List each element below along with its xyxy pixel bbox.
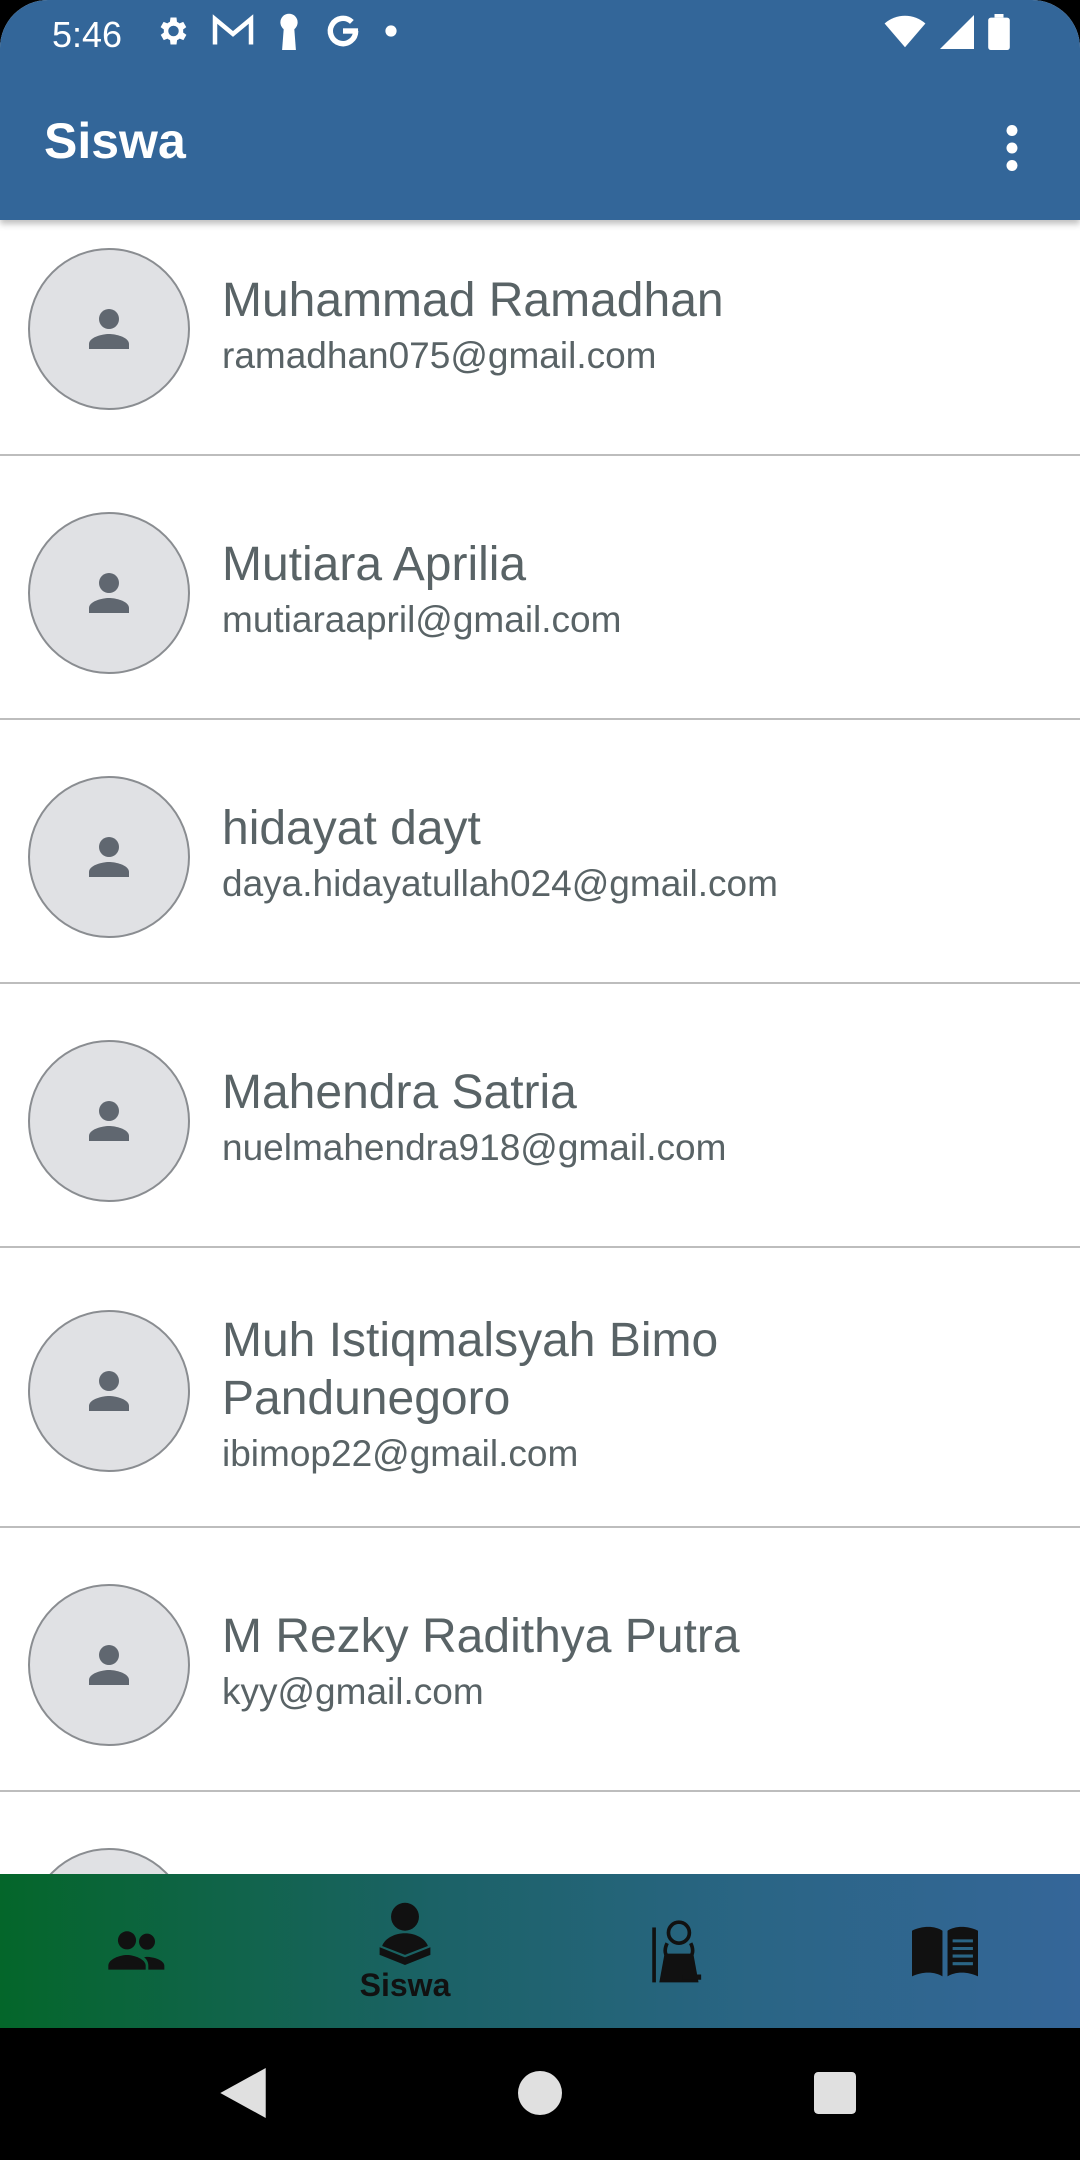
- student-email: kyy@gmail.com: [222, 1671, 484, 1712]
- person-icon: [89, 1645, 129, 1685]
- person-icon: [89, 1371, 129, 1411]
- student-icon: [379, 1902, 431, 1965]
- student-info: M Rezky Radithya Putra kyy@gmail.com: [222, 1608, 1040, 1716]
- nav-item-teacher[interactable]: [540, 1874, 810, 2028]
- student-info: hidayat dayt daya.hidayatullah024@gmail.…: [222, 800, 1040, 908]
- student-row[interactable]: Muh Istiqmalsyah Bimo Pandunegoro ibimop…: [0, 1248, 1080, 1528]
- person-icon: [89, 309, 129, 349]
- avatar: [28, 1310, 190, 1472]
- student-name: Muhammad Ramadhan: [222, 274, 724, 327]
- dot-icon: [385, 25, 397, 37]
- student-email: nuelmahendra918@gmail.com: [222, 1127, 727, 1168]
- back-button[interactable]: [208, 2058, 278, 2128]
- student-row[interactable]: Muhammad Ramadhan ramadhan075@gmail.com: [0, 220, 1080, 456]
- gear-icon: [160, 17, 187, 45]
- system-status-icons: [884, 14, 1010, 50]
- battery-icon: [988, 14, 1010, 50]
- nav-item-book[interactable]: [810, 1874, 1080, 2028]
- app-bar: 5:46 Siswa: [0, 0, 1080, 220]
- home-icon: [518, 2071, 562, 2115]
- person-icon: [89, 1101, 129, 1141]
- student-row[interactable]: Mahendra Satria nuelmahendra918@gmail.co…: [0, 984, 1080, 1248]
- status-time: 5:46: [52, 14, 123, 55]
- notification-icons: [154, 12, 398, 50]
- student-email: ibimop22@gmail.com: [222, 1433, 579, 1474]
- back-icon: [220, 2068, 266, 2118]
- keyhole-icon: [280, 13, 298, 50]
- bottom-navigation: Siswa: [0, 1874, 1080, 2028]
- status-bar: 5:46: [0, 0, 1080, 66]
- student-row[interactable]: hidayat dayt daya.hidayatullah024@gmail.…: [0, 720, 1080, 984]
- avatar: [28, 776, 190, 938]
- nav-item-siswa[interactable]: Siswa: [270, 1874, 540, 2028]
- gmail-icon: [212, 14, 254, 45]
- student-row[interactable]: M Rezky Radithya Putra kyy@gmail.com: [0, 1528, 1080, 1792]
- student-info: Mahendra Satria nuelmahendra918@gmail.co…: [222, 1064, 1040, 1172]
- overflow-menu-button[interactable]: [982, 118, 1042, 178]
- person-icon: [89, 573, 129, 613]
- student-info: Muhammad Ramadhan ramadhan075@gmail.com: [222, 272, 1040, 380]
- student-name: Mutiara Aprilia: [222, 538, 527, 591]
- student-email: mutiaraapril@gmail.com: [222, 599, 622, 640]
- student-name: M Rezky Radithya Putra: [222, 1610, 740, 1663]
- signal-icon: [940, 15, 974, 49]
- recents-button[interactable]: [800, 2058, 870, 2128]
- nav-item-people[interactable]: [0, 1874, 270, 2028]
- student-name: Mahendra Satria: [222, 1066, 577, 1119]
- people-icon: [108, 1931, 165, 1970]
- student-email: daya.hidayatullah024@gmail.com: [222, 863, 778, 904]
- person-icon: [89, 837, 129, 877]
- phone-screen: 5:46 Siswa Muhammad Ramadhan ramadhan075…: [0, 0, 1080, 2160]
- recents-icon: [814, 2072, 856, 2114]
- wifi-icon: [884, 15, 926, 48]
- avatar: [28, 512, 190, 674]
- student-name: hidayat dayt: [222, 802, 481, 855]
- student-name: Muh Istiqmalsyah Bimo Pandunegoro: [222, 1314, 719, 1425]
- student-row[interactable]: [0, 1792, 1080, 1874]
- system-navigation-bar: [0, 2028, 1080, 2160]
- page-title: Siswa: [44, 113, 186, 169]
- nav-label-siswa: Siswa: [359, 1966, 451, 2003]
- student-info: Mutiara Aprilia mutiaraapril@gmail.com: [222, 536, 1040, 644]
- student-email: ramadhan075@gmail.com: [222, 335, 657, 376]
- avatar: [28, 1040, 190, 1202]
- avatar: [28, 1848, 190, 1874]
- avatar: [28, 1584, 190, 1746]
- home-button[interactable]: [505, 2058, 575, 2128]
- more-vert-icon: [1006, 125, 1018, 171]
- student-row[interactable]: Mutiara Aprilia mutiaraapril@gmail.com: [0, 456, 1080, 720]
- teacher-icon: [652, 1920, 702, 1983]
- student-list: Muhammad Ramadhan ramadhan075@gmail.com …: [0, 220, 1080, 1874]
- google-icon: [327, 15, 359, 47]
- book-icon: [912, 1926, 978, 1977]
- avatar: [28, 248, 190, 410]
- student-info: Muh Istiqmalsyah Bimo Pandunegoro ibimop…: [222, 1312, 782, 1478]
